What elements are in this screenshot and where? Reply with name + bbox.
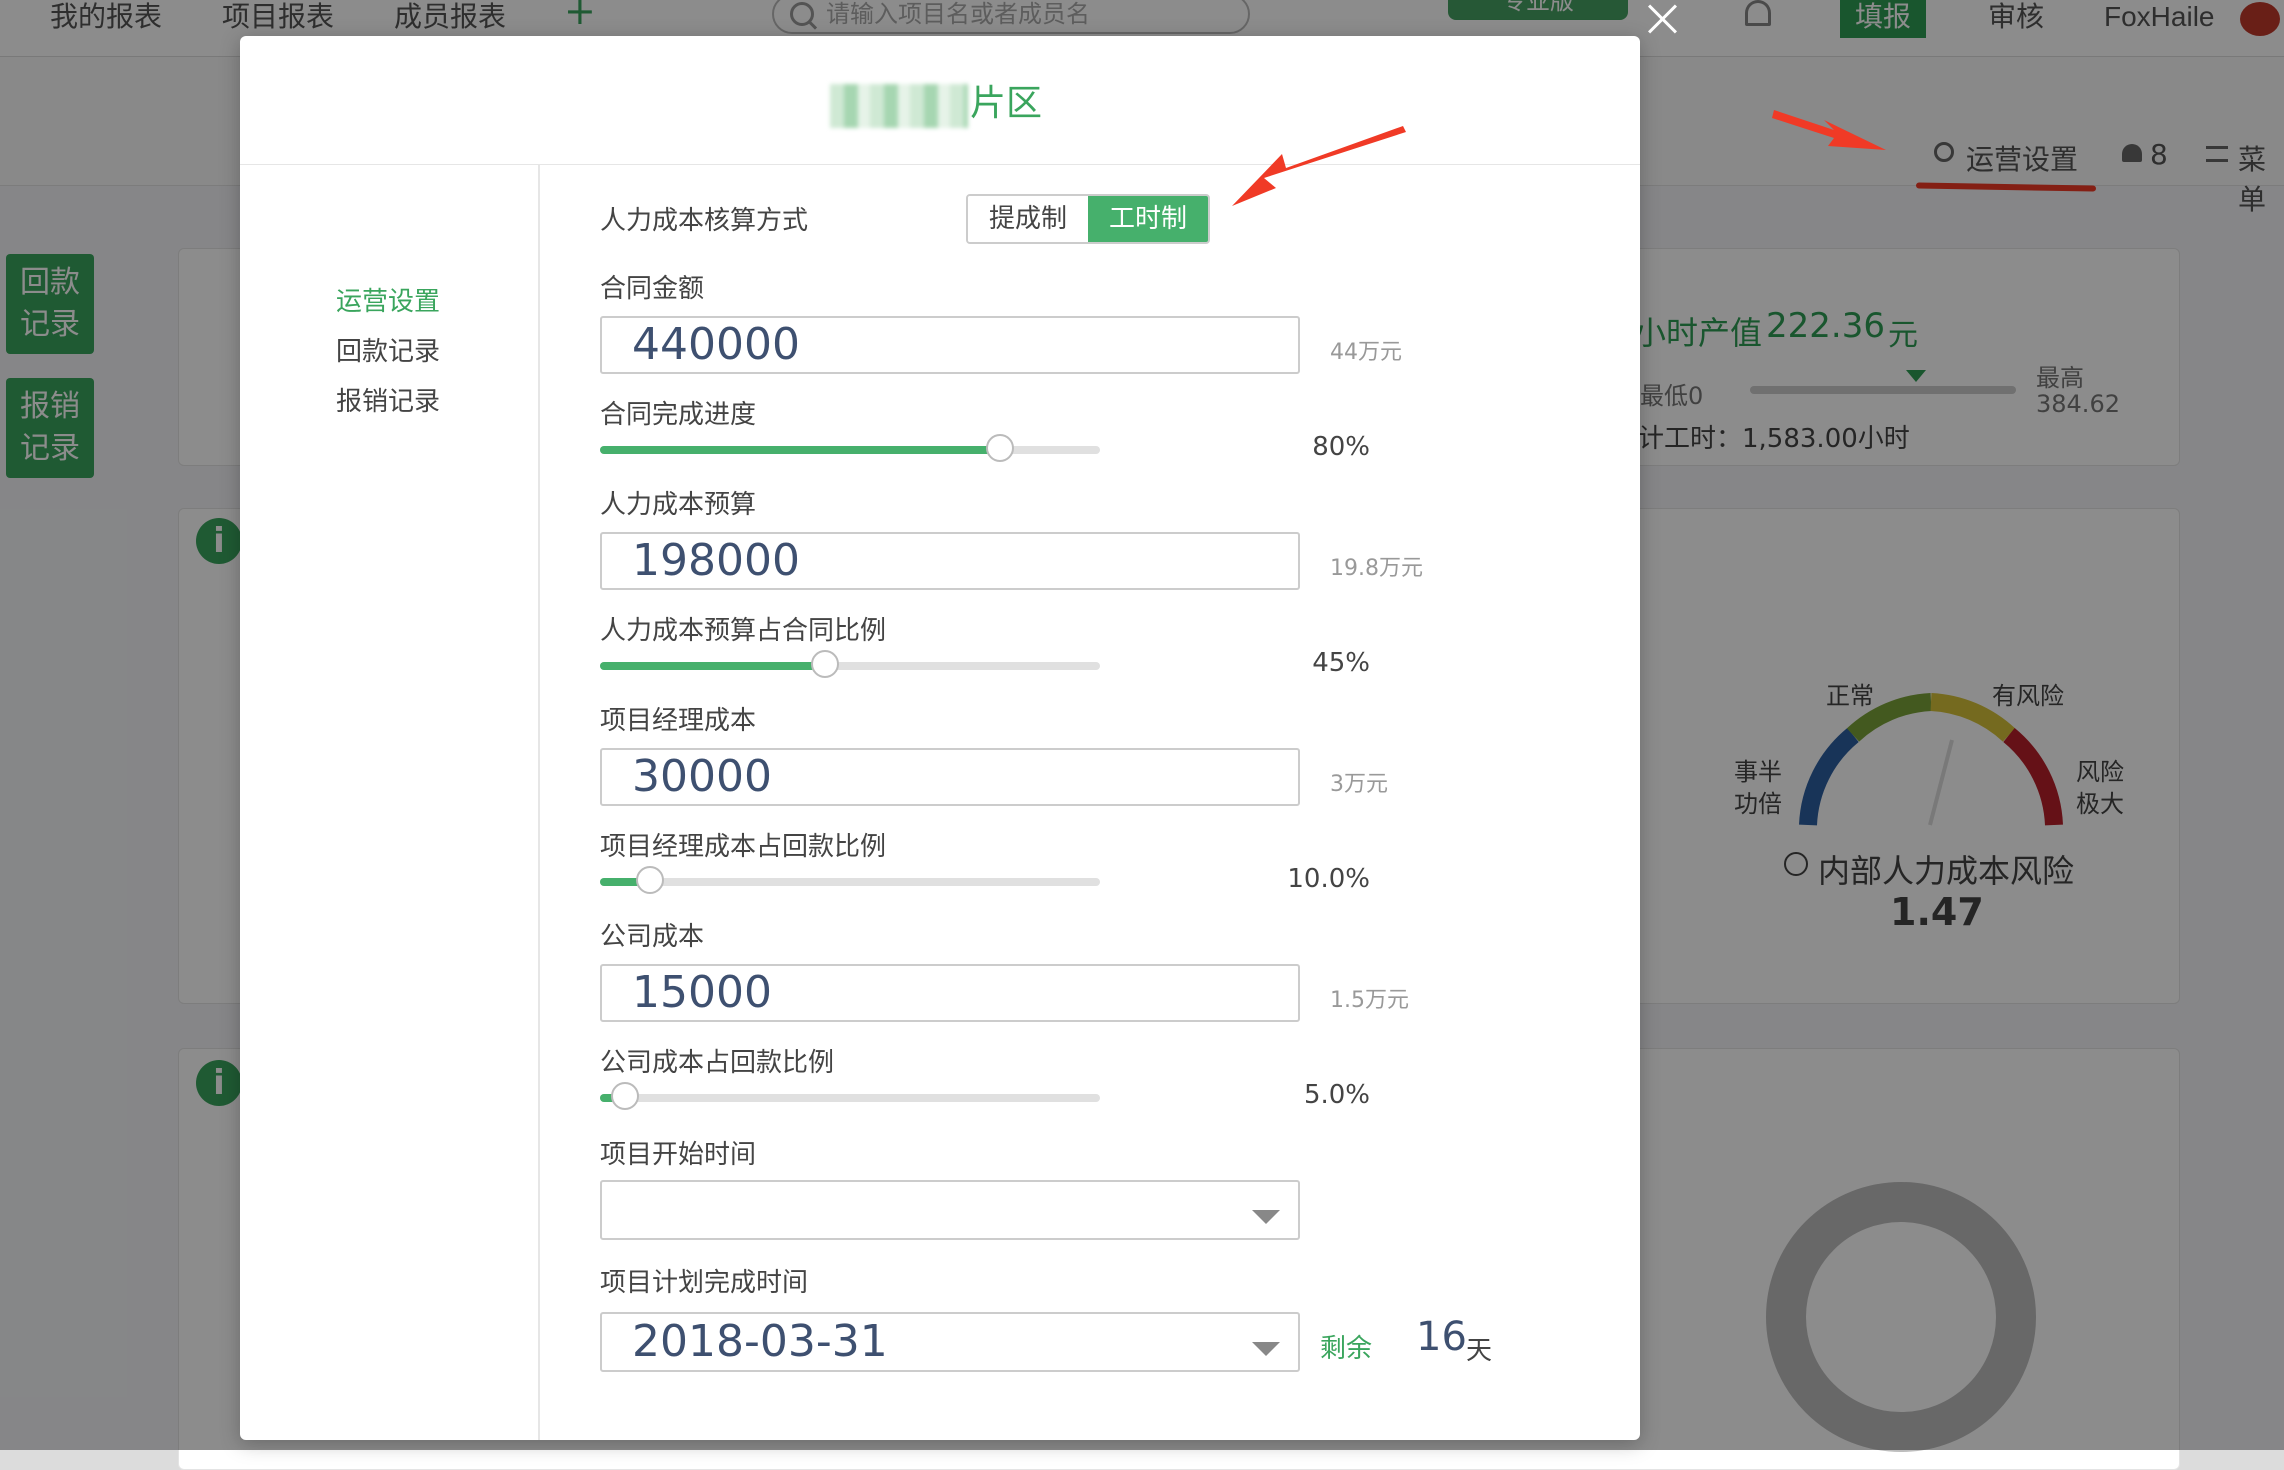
annotation-arrows	[1232, 110, 1886, 206]
arrow-to-ops-settings	[1772, 110, 1886, 150]
arrow-to-toggle	[1232, 126, 1406, 206]
